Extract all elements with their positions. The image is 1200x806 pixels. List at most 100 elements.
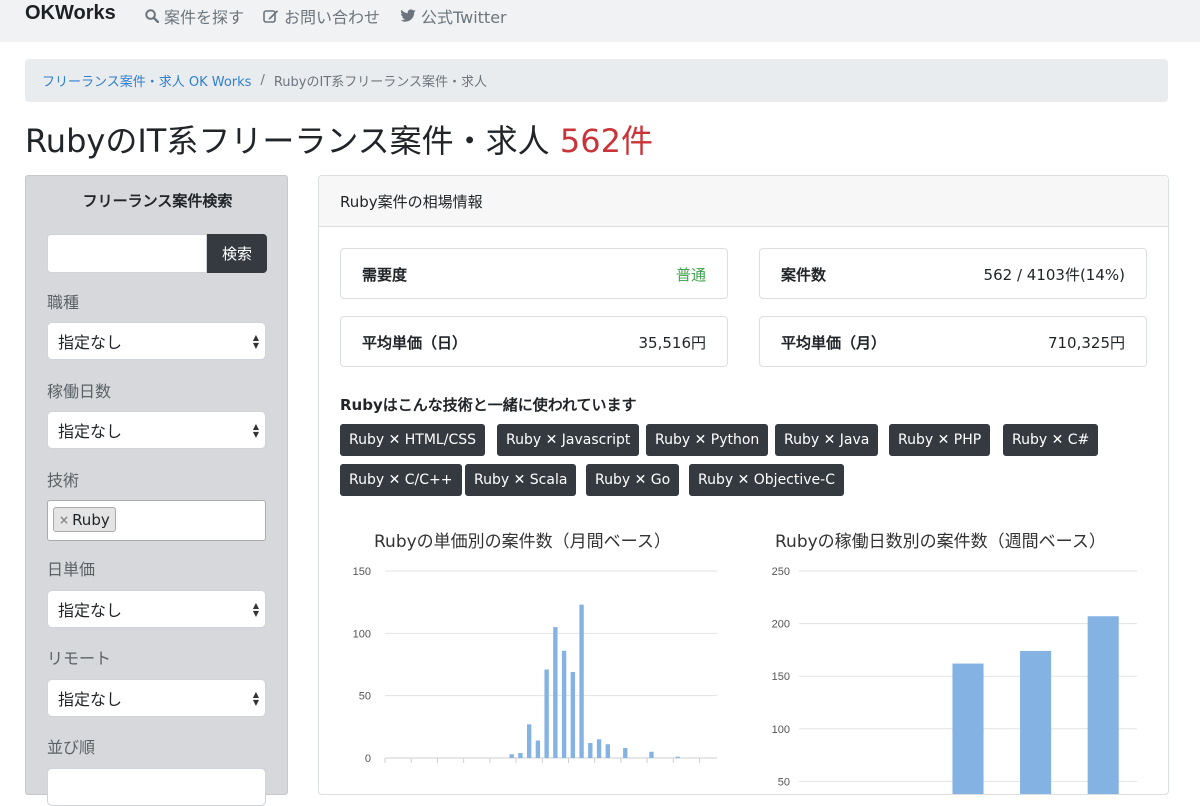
related-tech-title: Rubyはこんな技術と一緒に使われています: [340, 396, 637, 414]
chart-bar: [588, 743, 593, 758]
page-title-text: RubyのIT系フリーランス案件・求人: [25, 122, 550, 160]
breadcrumb: フリーランス案件・求人 OK Works / RubyのIT系フリーランス案件・…: [25, 59, 1168, 102]
avg-monthly-stat: 平均単価（月） 710,325円: [759, 316, 1147, 367]
weekly-days-chart-title: Rubyの稼働日数別の案件数（週間ベース）: [775, 532, 1106, 552]
select-arrows-icon: ▲ ▼: [252, 422, 259, 439]
twitter-icon: [400, 9, 416, 23]
nav-link-twitter[interactable]: 公式Twitter: [400, 4, 507, 28]
chart-bar: [579, 604, 584, 758]
job-type-label: 職種: [47, 293, 80, 312]
edit-icon: [263, 9, 279, 23]
related-tech-chip[interactable]: Ruby ✕ C#: [1003, 424, 1099, 456]
related-tech-chip[interactable]: Ruby ✕ Go: [586, 464, 680, 496]
y-tick-label: 50: [778, 776, 790, 788]
y-tick-label: 100: [353, 628, 371, 640]
tech-tag-label: Ruby: [72, 510, 110, 529]
chart-bar: [553, 627, 558, 758]
search-sidebar: フリーランス案件検索 検索 職種 指定なし ▲ ▼ 稼働日数 指定なし ▲ ▼ 技術…: [25, 175, 288, 806]
chart-bar: [526, 724, 532, 758]
related-tech-chip[interactable]: Ruby ✕ Objective-C: [689, 464, 844, 496]
card-header-title: Ruby案件の相場情報: [340, 193, 483, 211]
page-title: RubyのIT系フリーランス案件・求人 562件: [25, 116, 653, 162]
search-button[interactable]: 検索: [207, 234, 267, 273]
avg-daily-stat: 平均単価（日） 35,516円: [340, 316, 728, 367]
sidebar-title: フリーランス案件検索: [82, 192, 233, 210]
brand-logo[interactable]: OKWorks: [25, 2, 116, 25]
chart-bar: [509, 754, 514, 758]
breadcrumb-current: RubyのIT系フリーランス案件・求人: [273, 75, 488, 90]
keyword-search-input[interactable]: [47, 234, 207, 273]
related-tech-chip[interactable]: Ruby ✕ PHP: [889, 424, 991, 456]
tech-tag: × Ruby: [53, 507, 116, 532]
chart-bar: [596, 739, 602, 758]
chart-bar: [518, 753, 523, 758]
result-count: 562件: [559, 122, 653, 160]
chart-bar: [544, 669, 549, 758]
select-arrows-icon: ▲ ▼: [252, 333, 259, 350]
nav-link-search[interactable]: 案件を探す: [145, 4, 244, 28]
remote-select[interactable]: 指定なし ▲ ▼: [47, 679, 266, 717]
search-icon: [145, 9, 159, 23]
avg-daily-value: 35,516円: [638, 334, 707, 352]
work-days-select[interactable]: 指定なし ▲ ▼: [47, 411, 266, 449]
select-arrows-icon: ▲ ▼: [252, 601, 259, 618]
y-tick-label: 50: [359, 691, 371, 703]
card-header: Ruby案件の相場情報: [319, 176, 1168, 227]
related-tech-chip[interactable]: Ruby ✕ HTML/CSS: [340, 424, 485, 456]
nav-link-contact[interactable]: お問い合わせ: [263, 4, 380, 28]
job-count-label: 案件数: [781, 266, 827, 284]
related-tech-chip[interactable]: Ruby ✕ Python: [646, 424, 769, 456]
job-count-stat: 案件数 562 / 4103件(14%): [759, 248, 1147, 299]
related-tech-chip[interactable]: Ruby ✕ Scala: [465, 464, 577, 496]
nav-link-label: 公式Twitter: [421, 8, 507, 27]
chart-bar: [561, 650, 567, 758]
daily-rate-select[interactable]: 指定なし ▲ ▼: [47, 590, 266, 628]
breadcrumb-home-link[interactable]: フリーランス案件・求人 OK Works: [42, 71, 251, 90]
related-tech-chip[interactable]: Ruby ✕ Javascript: [497, 424, 640, 456]
chart-bar: [605, 744, 610, 758]
nav-link-label: お問い合わせ: [284, 8, 381, 27]
remove-tag-icon[interactable]: ×: [59, 513, 69, 527]
select-arrows-icon: ▲ ▼: [252, 690, 259, 707]
market-info-card: Ruby案件の相場情報 需要度 普通 案件数 562 / 4103件(14%) …: [318, 175, 1169, 795]
chart-bar: [623, 748, 628, 758]
sort-label: 並び順: [47, 738, 96, 757]
tech-label: 技術: [47, 471, 80, 490]
sort-select[interactable]: [47, 768, 266, 806]
avg-monthly-value: 710,325円: [1047, 334, 1125, 352]
job-type-select[interactable]: 指定なし ▲ ▼: [47, 322, 266, 360]
weekly-days-chart: 50 100 150 200 250: [772, 566, 1137, 794]
demand-stat: 需要度 普通: [340, 248, 728, 299]
work-days-value: 指定なし: [58, 422, 123, 441]
daily-rate-value: 指定なし: [58, 601, 123, 620]
monthly-rate-chart-title: Rubyの単価別の案件数（月間ベース）: [374, 532, 671, 552]
demand-label: 需要度: [362, 266, 408, 284]
nav-link-label: 案件を探す: [164, 8, 245, 27]
chart-bar: [535, 740, 541, 758]
y-tick-label: 150: [353, 566, 371, 578]
remote-value: 指定なし: [58, 690, 123, 709]
chart-bar: [649, 751, 654, 758]
tech-tag-input[interactable]: × Ruby: [47, 500, 266, 541]
y-tick-label: 150: [772, 671, 790, 683]
top-navbar: OKWorks 案件を探す お問い合わせ 公式Twitter: [0, 0, 1200, 42]
chart-bar: [570, 671, 576, 758]
remote-label: リモート: [47, 649, 112, 668]
related-tech-chip[interactable]: Ruby ✕ C/C++: [340, 464, 462, 496]
y-tick-label: 0: [365, 753, 371, 765]
chart-bar: [675, 756, 680, 758]
job-count-value: 562 / 4103件(14%): [983, 266, 1125, 284]
monthly-rate-chart: 0 50 100 150: [353, 566, 717, 765]
y-tick-label: 250: [772, 566, 790, 578]
related-tech-chip[interactable]: Ruby ✕ Java: [775, 424, 879, 456]
avg-monthly-label: 平均単価（月）: [781, 334, 887, 352]
work-days-label: 稼働日数: [47, 382, 112, 401]
y-tick-label: 200: [772, 619, 790, 631]
chart-bar: [1020, 650, 1052, 794]
chart-bar: [952, 663, 984, 794]
avg-daily-label: 平均単価（日）: [362, 334, 468, 352]
chart-bar: [1087, 616, 1119, 794]
y-tick-label: 100: [772, 724, 790, 736]
job-type-value: 指定なし: [58, 333, 123, 352]
daily-rate-label: 日単価: [47, 560, 96, 579]
